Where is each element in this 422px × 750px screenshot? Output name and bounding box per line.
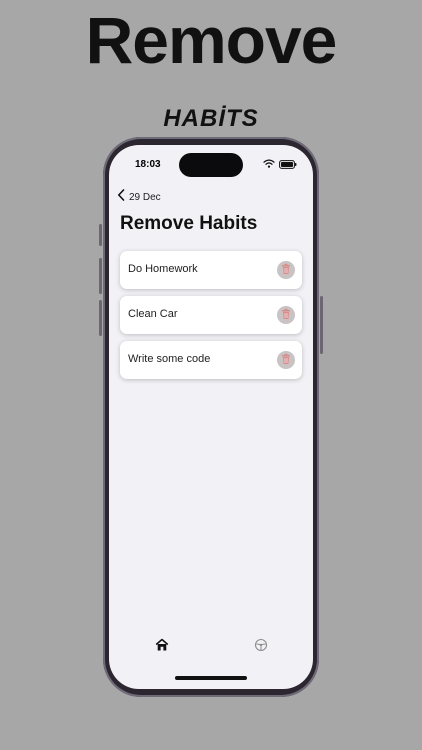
house-icon: [155, 638, 169, 657]
phone-power-button: [320, 296, 323, 354]
battery-icon: [279, 159, 297, 169]
status-icons: [263, 158, 297, 170]
status-time: 18:03: [135, 159, 161, 170]
promo-page: Remove HABİTS 18:03 29 Dec Remove Habits…: [0, 0, 422, 750]
trash-icon: [281, 308, 291, 323]
habit-name: Do Homework: [128, 263, 198, 275]
home-indicator: [175, 676, 247, 680]
delete-habit-button[interactable]: [277, 351, 295, 369]
tab-settings[interactable]: [251, 637, 271, 657]
wifi-icon: [263, 159, 275, 169]
trash-icon: [281, 263, 291, 278]
promo-subheadline: HABİTS: [163, 105, 259, 132]
tab-home[interactable]: [152, 637, 172, 657]
habit-row: Clean Car: [120, 296, 302, 334]
habit-list: Do Homework Clean Car Write some code: [120, 251, 302, 386]
phone-screen: 18:03 29 Dec Remove Habits Do Homework C…: [109, 145, 313, 689]
habit-row: Do Homework: [120, 251, 302, 289]
delete-habit-button[interactable]: [277, 306, 295, 324]
habit-row: Write some code: [120, 341, 302, 379]
status-bar: 18:03: [109, 145, 313, 185]
back-button[interactable]: 29 Dec: [117, 189, 161, 205]
trash-icon: [281, 353, 291, 368]
phone-volume-down-button: [99, 300, 102, 336]
delete-habit-button[interactable]: [277, 261, 295, 279]
phone-volume-up-button: [99, 258, 102, 294]
tab-bar: [109, 635, 313, 659]
back-label: 29 Dec: [129, 191, 161, 203]
dynamic-island: [179, 153, 243, 177]
promo-headline: Remove: [85, 3, 338, 77]
phone-action-button: [99, 224, 102, 246]
chevron-left-icon: [117, 188, 125, 206]
steering-wheel-icon: [254, 638, 268, 657]
habit-name: Write some code: [128, 353, 211, 365]
habit-name: Clean Car: [128, 308, 178, 320]
page-title: Remove Habits: [120, 213, 258, 234]
